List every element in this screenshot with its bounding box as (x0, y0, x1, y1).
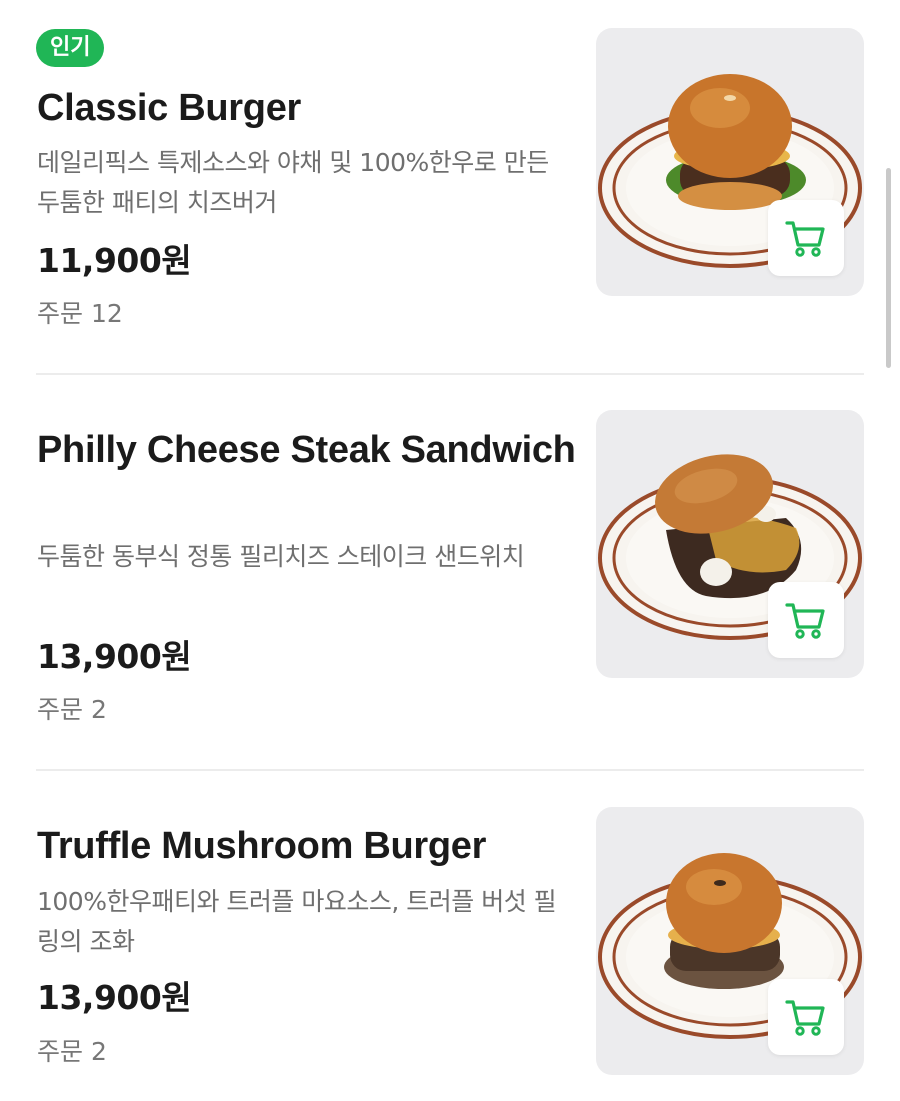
item-price: 11,900원 (37, 241, 192, 280)
cart-icon (785, 221, 825, 257)
add-to-cart-button[interactable] (768, 582, 844, 658)
item-price: 13,900원 (37, 978, 192, 1017)
cart-icon (785, 603, 825, 639)
item-price: 13,900원 (37, 637, 192, 676)
add-to-cart-button[interactable] (768, 979, 844, 1055)
item-order-count: 주문 2 (37, 695, 107, 724)
item-name: Truffle Mushroom Burger (37, 825, 487, 867)
item-order-count: 주문 12 (37, 299, 123, 328)
item-photo[interactable] (596, 807, 864, 1075)
item-photo[interactable] (596, 28, 864, 296)
item-name: Philly Cheese Steak Sandwich (37, 429, 576, 471)
menu-item-classic-burger[interactable]: 인기 Classic Burger 데일리픽스 특제소스와 야채 및 100%한… (0, 0, 900, 374)
add-to-cart-button[interactable] (768, 200, 844, 276)
scrollbar[interactable] (886, 168, 891, 368)
popular-badge: 인기 (36, 29, 105, 67)
item-order-count: 주문 2 (37, 1037, 107, 1066)
cart-icon (785, 1000, 825, 1036)
item-description: 데일리픽스 특제소스와 야채 및 100%한우로 만든 두툼한 패티의 치즈버거 (37, 148, 549, 217)
menu-item-truffle-mushroom-burger[interactable]: Truffle Mushroom Burger 100%한우패티와 트러플 마요… (0, 770, 900, 1101)
menu-item-philly-cheese-steak[interactable]: Philly Cheese Steak Sandwich 두툼한 동부식 정통 … (0, 374, 900, 770)
item-description: 100%한우패티와 트러플 마요소스, 트러플 버섯 필링의 조화 (37, 887, 557, 956)
item-description: 두툼한 동부식 정통 필리치즈 스테이크 샌드위치 (37, 542, 525, 571)
item-name: Classic Burger (37, 87, 302, 129)
item-photo[interactable] (596, 410, 864, 678)
